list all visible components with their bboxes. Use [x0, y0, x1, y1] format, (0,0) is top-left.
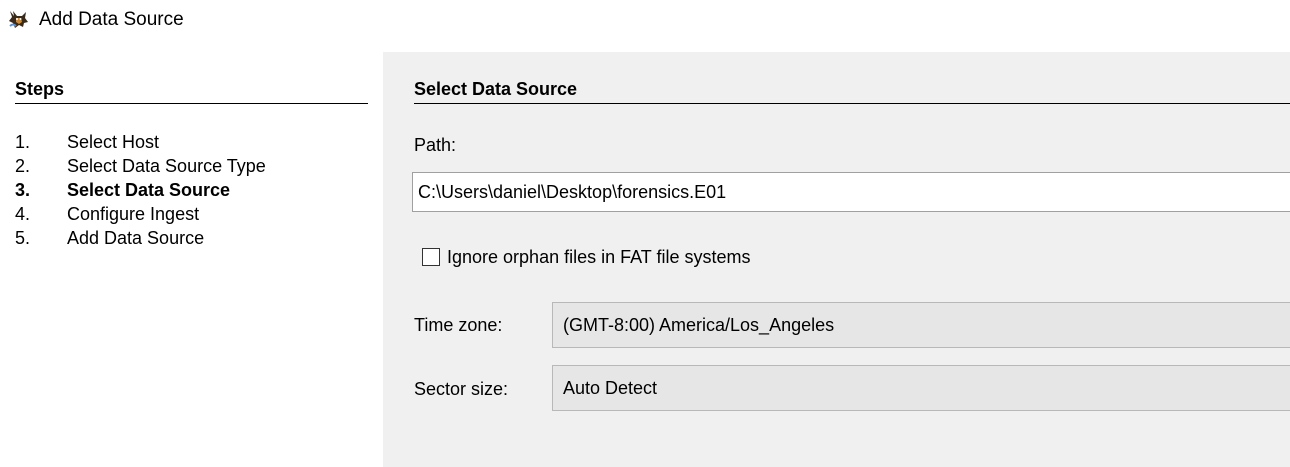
ignore-orphan-files-checkbox-row[interactable]: Ignore orphan files in FAT file systems	[422, 246, 750, 268]
timezone-select[interactable]: (GMT-8:00) America/Los_Angeles	[552, 302, 1290, 348]
sector-size-select[interactable]: Auto Detect	[552, 365, 1290, 411]
step-label: Select Host	[67, 132, 160, 152]
step-item-select-host: 1. Select Host	[15, 130, 266, 154]
step-label: Select Data Source Type	[67, 156, 266, 176]
step-label: Add Data Source	[67, 228, 205, 248]
window-title: Add Data Source	[39, 9, 184, 30]
path-input[interactable]	[412, 172, 1290, 212]
step-number: 4.	[15, 204, 31, 224]
step-number: 1.	[15, 132, 31, 152]
path-label: Path:	[414, 135, 457, 155]
step-number: 3.	[15, 180, 31, 200]
step-item-configure-ingest: 4. Configure Ingest	[15, 202, 266, 226]
step-item-add-data-source: 5. Add Data Source	[15, 226, 266, 250]
step-number: 5.	[15, 228, 31, 248]
steps-heading: Steps	[15, 78, 368, 104]
title-bar: Add Data Source	[0, 0, 1290, 40]
step-number: 2.	[15, 156, 31, 176]
step-label: Select Data Source	[67, 180, 231, 200]
section-heading: Select Data Source	[414, 78, 1290, 104]
select-data-source-panel: Select Data Source Path: Ignore orphan f…	[383, 52, 1290, 467]
timezone-label: Time zone:	[414, 315, 503, 335]
steps-panel: Steps 1. Select Host 2. Select Data Sour…	[0, 52, 383, 467]
step-label: Configure Ingest	[67, 204, 200, 224]
autopsy-dog-icon	[7, 8, 29, 30]
ignore-orphan-files-label[interactable]: Ignore orphan files in FAT file systems	[447, 246, 750, 268]
step-item-select-data-source: 3. Select Data Source	[15, 178, 266, 202]
steps-list: 1. Select Host 2. Select Data Source Typ…	[15, 130, 266, 250]
add-data-source-window: Add Data Source Steps 1. Select Host 2. …	[0, 0, 1290, 467]
ignore-orphan-files-checkbox[interactable]	[422, 248, 440, 266]
sector-size-label: Sector size:	[414, 379, 509, 399]
step-item-select-data-source-type: 2. Select Data Source Type	[15, 154, 266, 178]
